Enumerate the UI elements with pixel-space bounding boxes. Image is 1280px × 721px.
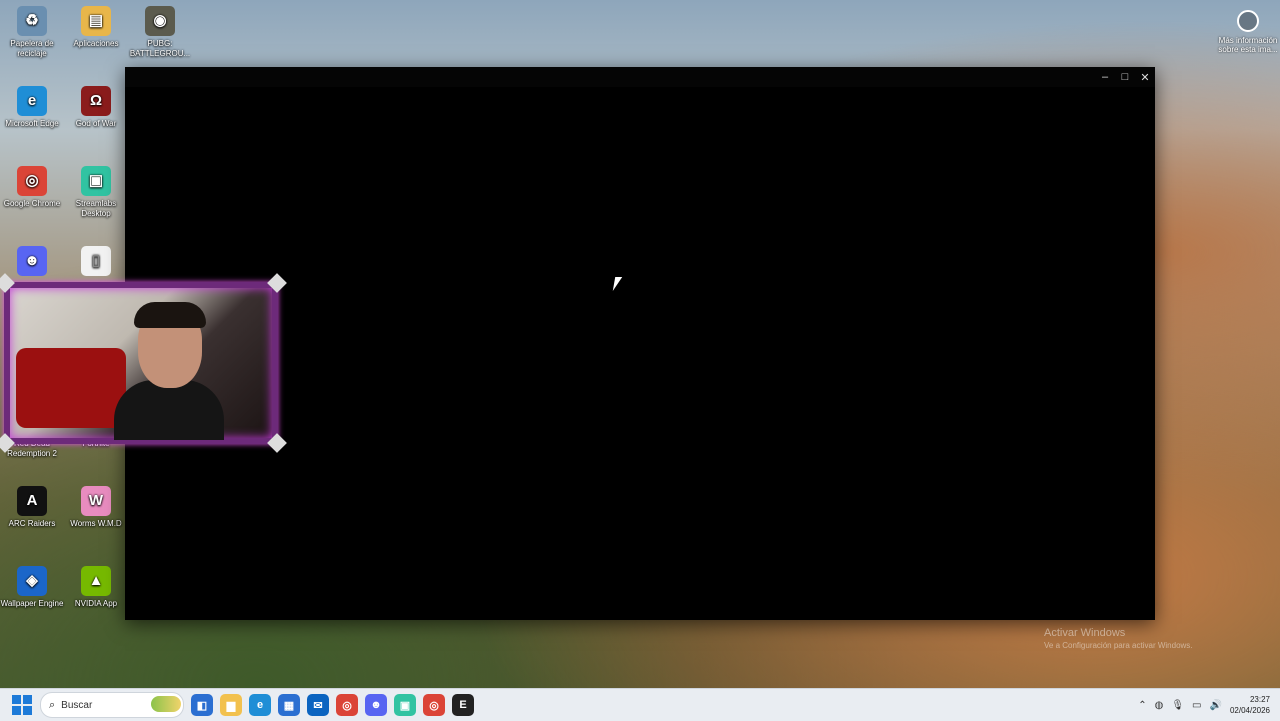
desktop-icon-label: Microsoft Edge	[5, 119, 59, 128]
minimize-button[interactable]: –	[1095, 67, 1115, 87]
desktop-icon-file[interactable]: ▯	[64, 246, 128, 279]
taskbar-chrome-icon[interactable]: ◎	[336, 694, 358, 716]
tray-microphone-icon[interactable]: 🎙	[1171, 700, 1184, 711]
desktop-icon-worms[interactable]: W Worms W.M.D	[64, 486, 128, 529]
wallpaper-engine-icon: ◈	[17, 566, 47, 596]
maximize-button[interactable]: □	[1115, 67, 1135, 87]
taskbar-outlook-icon[interactable]: ✉	[307, 694, 329, 716]
taskbar-chrome-2-icon[interactable]: ◎	[423, 694, 445, 716]
tray-network-icon[interactable]: ◍	[1155, 700, 1164, 711]
taskbar-store-icon[interactable]: ▦	[278, 694, 300, 716]
pubg-icon: ◉	[145, 6, 175, 36]
desktop-icon-god-of-war[interactable]: Ω God of War	[64, 86, 128, 129]
nvidia-icon: ▲	[81, 566, 111, 596]
desktop-icon-label: ARC Raiders	[8, 519, 56, 528]
edge-icon: e	[17, 86, 47, 116]
taskbar-epic-games-icon[interactable]: E	[452, 694, 474, 716]
start-button[interactable]	[12, 695, 32, 715]
desktop-icon-wallpaper-engine[interactable]: ◈ Wallpaper Engine	[0, 566, 64, 609]
taskbar-clock[interactable]: 23:27 02/04/2026	[1230, 694, 1270, 716]
info-camera-icon	[1237, 10, 1259, 32]
search-icon: ⌕	[49, 698, 56, 711]
taskbar-streamlabs-icon[interactable]: ▣	[394, 694, 416, 716]
close-button[interactable]: ✕	[1135, 67, 1155, 87]
file-icon: ▯	[81, 246, 111, 276]
desktop-icon-edge[interactable]: e Microsoft Edge	[0, 86, 64, 129]
search-placeholder: Buscar	[61, 699, 93, 711]
desktop-icon-label: God of War	[75, 119, 117, 128]
webcam-person-body	[114, 380, 224, 440]
watermark-subtitle: Ve a Configuración para activar Windows.	[1044, 641, 1193, 650]
desktop-icon-label: Wallpaper Engine	[0, 599, 64, 608]
app-window[interactable]: – □ ✕	[125, 67, 1155, 620]
desktop-icon-recycle-bin[interactable]: ♻ Papelera de reciclaje	[0, 6, 64, 59]
taskbar-edge-icon[interactable]: e	[249, 694, 271, 716]
window-titlebar[interactable]: – □ ✕	[125, 67, 1155, 87]
god-of-war-icon: Ω	[81, 86, 111, 116]
desktop-icon-streamlabs[interactable]: ▣ Streamlabs Desktop	[64, 166, 128, 219]
wallpaper-info-shortcut[interactable]: Más información sobre esta ima...	[1216, 8, 1280, 54]
desktop-icon-label: Papelera de reciclaje	[10, 39, 54, 58]
arc-raiders-icon: A	[17, 486, 47, 516]
desktop-icon-apps[interactable]: ▤ Aplicaciones	[64, 6, 128, 49]
chrome-icon: ◎	[17, 166, 47, 196]
tray-volume-icon[interactable]: 🔊	[1210, 700, 1222, 711]
discord-icon: ☻	[17, 246, 47, 276]
desktop-icon-label: NVIDIA App	[74, 599, 118, 608]
desktop-icon-label: Worms W.M.D	[70, 519, 122, 528]
desktop-icon-nvidia[interactable]: ▲ NVIDIA App	[64, 566, 128, 609]
taskbar-file-explorer-icon[interactable]: ▆	[220, 694, 242, 716]
desktop-icon-discord[interactable]: ☻	[0, 246, 64, 279]
desktop-icon-label: Google Chrome	[3, 199, 61, 208]
activation-watermark: Activar Windows Ve a Configuración para …	[1044, 627, 1193, 650]
taskbar-search[interactable]: ⌕ Buscar	[40, 692, 184, 718]
desktop-icon-arc-raiders[interactable]: A ARC Raiders	[0, 486, 64, 529]
webcam-overlay	[0, 273, 287, 453]
search-highlight-icon	[151, 696, 181, 712]
wallpaper-info-label: Más información sobre esta ima...	[1218, 36, 1278, 54]
tray-overflow-chevron-icon[interactable]: ⌃	[1138, 700, 1146, 711]
watermark-title: Activar Windows	[1044, 627, 1126, 639]
taskbar: ⌕ Buscar ◧ ▆ e ▦ ✉ ◎ ☻ ▣ ◎ E ⌃ ◍ 🎙 ▭ 🔊 2…	[0, 688, 1280, 721]
worms-icon: W	[81, 486, 111, 516]
clock-date: 02/04/2026	[1229, 706, 1270, 715]
clock-time: 23:27	[1249, 695, 1270, 704]
desktop-icon-label: Streamlabs Desktop	[75, 199, 117, 218]
desktop-icon-chrome[interactable]: ◎ Google Chrome	[0, 166, 64, 209]
system-tray: ⌃ ◍ 🎙 ▭ 🔊 23:27 02/04/2026	[1138, 689, 1270, 721]
folder-icon: ▤	[81, 6, 111, 36]
webcam-person-hair	[134, 302, 206, 328]
desktop-icon-label: Aplicaciones	[73, 39, 119, 48]
desktop-icon-label: PUBG: BATTLEGROU...	[129, 39, 191, 58]
taskbar-discord-icon[interactable]: ☻	[365, 694, 387, 716]
taskbar-widgets-icon[interactable]: ◧	[191, 694, 213, 716]
recycle-bin-icon: ♻	[17, 6, 47, 36]
streamlabs-icon: ▣	[81, 166, 111, 196]
webcam-background	[16, 348, 126, 428]
desktop-icon-pubg[interactable]: ◉ PUBG: BATTLEGROU...	[128, 6, 192, 59]
tray-display-icon[interactable]: ▭	[1192, 700, 1201, 711]
